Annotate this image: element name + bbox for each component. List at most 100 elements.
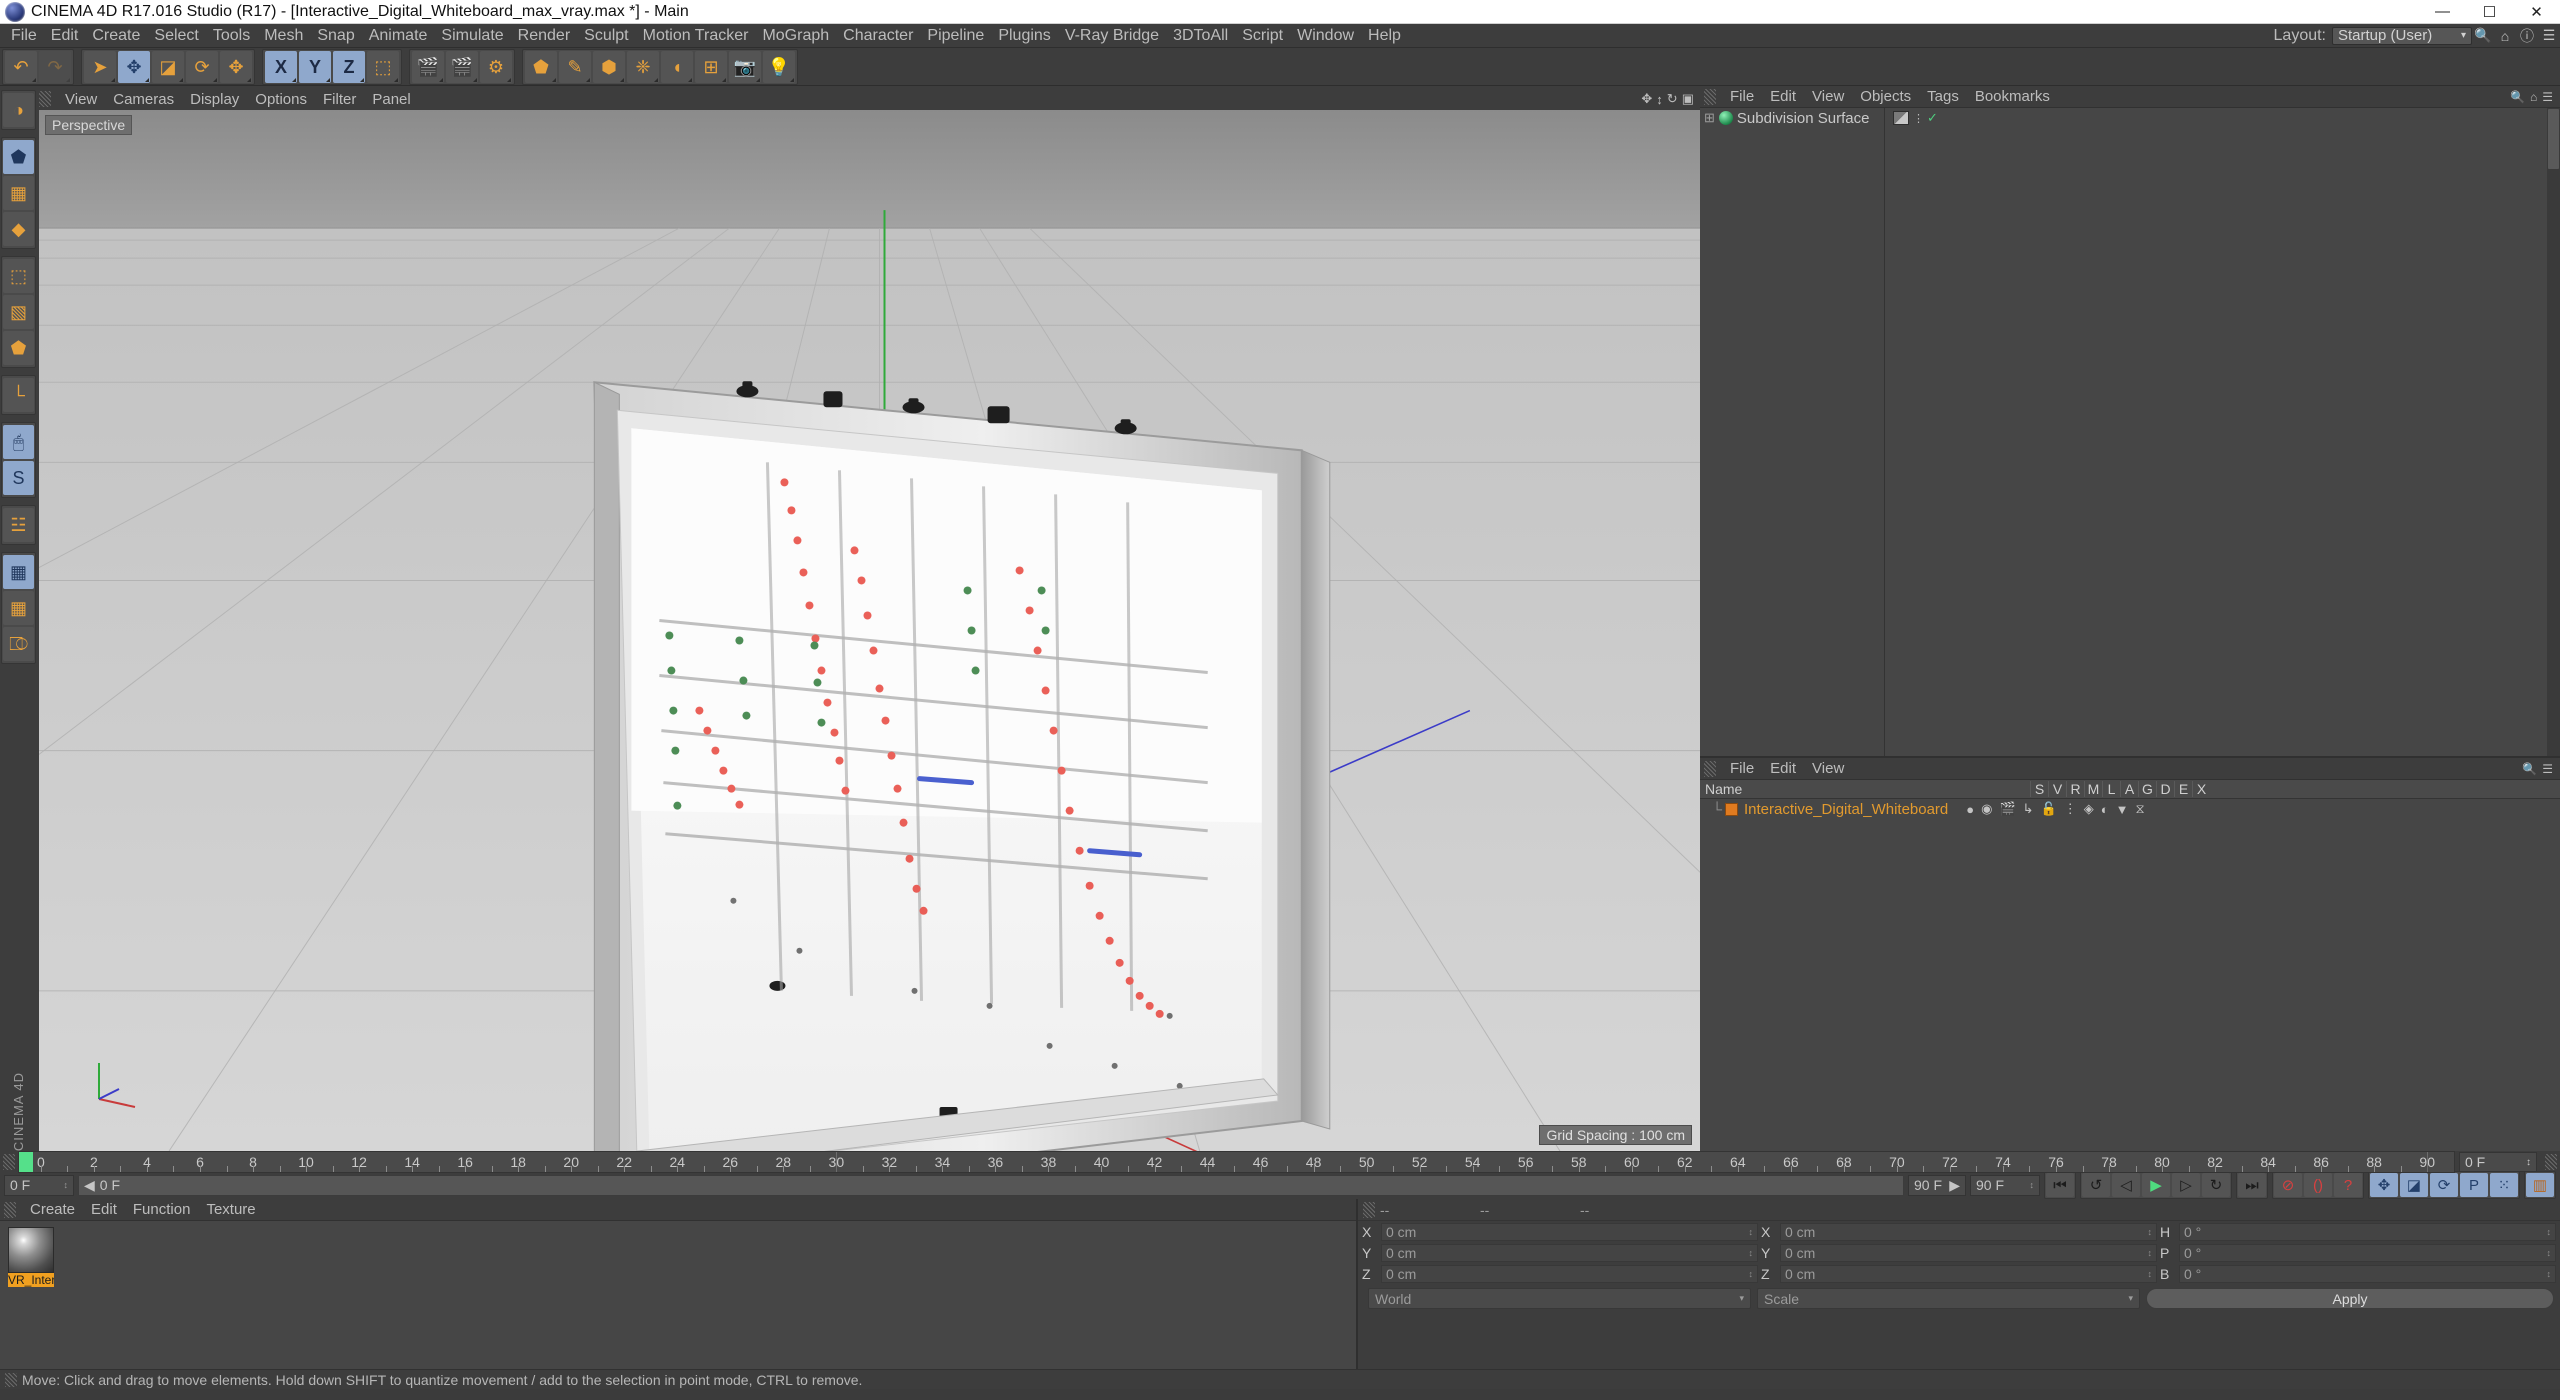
lock-x-axis-button[interactable]: X xyxy=(265,50,297,83)
menu-item-edit[interactable]: Edit xyxy=(44,25,86,47)
menu-item-v-ray-bridge[interactable]: V-Ray Bridge xyxy=(1058,25,1166,47)
dropdown-corner-icon[interactable] xyxy=(66,77,70,82)
home-icon[interactable]: ⌂ xyxy=(2494,26,2516,46)
position-key-button[interactable]: ✥ xyxy=(2370,1173,2398,1197)
workplane-rotate-button[interactable]: ▦ xyxy=(3,591,34,625)
dropdown-corner-icon[interactable] xyxy=(247,77,251,82)
maximize-button[interactable]: ☐ xyxy=(2466,0,2513,23)
minimize-button[interactable]: — xyxy=(2419,0,2466,23)
points-mode-button[interactable]: ⬚ xyxy=(3,259,34,293)
menu-item-objects[interactable]: Objects xyxy=(1852,87,1919,106)
menu-item-create[interactable]: Create xyxy=(22,1200,83,1219)
dropdown-corner-icon[interactable] xyxy=(790,77,794,82)
menu-item-view[interactable]: View xyxy=(1804,759,1852,778)
scene-object-tags[interactable]: ● ◉ 🎬 ↳ 🔓 ⋮ ◈ ◐ ▼ ⧖ xyxy=(1966,801,2144,817)
dropdown-corner-icon[interactable] xyxy=(688,77,692,82)
spinner-icon[interactable]: ↕ xyxy=(2148,1227,2153,1237)
layers-icon[interactable]: ☰ xyxy=(2538,26,2560,46)
add-light-button[interactable]: 💡 xyxy=(763,50,795,83)
spinner-icon[interactable]: ↕ xyxy=(2547,1269,2552,1279)
menu-item-motion-tracker[interactable]: Motion Tracker xyxy=(636,25,756,47)
move-view-icon[interactable]: ✥ xyxy=(1641,91,1652,107)
menu-item-edit[interactable]: Edit xyxy=(83,1200,125,1219)
menu-item-render[interactable]: Render xyxy=(511,25,577,47)
coord-position-z-field[interactable]: 0 cm ↕ xyxy=(1381,1264,1758,1283)
timeline-ruler[interactable]: 0246810121416182022242628303234363840424… xyxy=(18,1151,2455,1173)
edges-mode-button[interactable]: ▧ xyxy=(3,295,34,329)
strip-left-arrow-icon[interactable]: ◀ xyxy=(84,1177,95,1194)
spinner-icon[interactable]: ↕ xyxy=(2547,1227,2552,1237)
object-manager-tag-area[interactable]: ⋮ ✓ xyxy=(1885,108,2547,756)
coordinate-space-dropdown[interactable]: World ▾ xyxy=(1368,1288,1752,1309)
panel-grip-icon[interactable] xyxy=(1363,1201,1375,1218)
render-view-button[interactable]: 🎬 xyxy=(412,50,444,83)
apply-button[interactable]: Apply xyxy=(2146,1288,2554,1309)
object-tag-4-icon[interactable]: 🔓 xyxy=(2041,801,2057,817)
menu-item-options[interactable]: Options xyxy=(247,90,315,109)
python-script-button[interactable]: ⎄ xyxy=(3,627,34,661)
keyframe-selection-button[interactable]: ? xyxy=(2334,1173,2362,1197)
dropdown-corner-icon[interactable] xyxy=(722,77,726,82)
coord-rotation-b-field[interactable]: 0 ° ↕ xyxy=(2179,1264,2556,1283)
spinner-icon[interactable]: ↕ xyxy=(1749,1248,1754,1258)
dropdown-corner-icon[interactable] xyxy=(620,77,624,82)
next-frame-button[interactable]: ▷ xyxy=(2172,1173,2200,1197)
menu-item-view[interactable]: View xyxy=(57,90,105,109)
move-tool-button[interactable]: ✥ xyxy=(118,50,150,83)
dropdown-corner-icon[interactable] xyxy=(552,77,556,82)
coord-rotation-h-field[interactable]: 0 ° ↕ xyxy=(2179,1222,2556,1241)
menu-item-pipeline[interactable]: Pipeline xyxy=(920,25,991,47)
menu-item-window[interactable]: Window xyxy=(1290,25,1361,47)
previous-frame-button[interactable]: ◁ xyxy=(2112,1173,2140,1197)
dropdown-corner-icon[interactable] xyxy=(507,77,511,82)
current-frame-field[interactable]: 0 F ↕ xyxy=(4,1174,74,1196)
world-object-coordinates-button[interactable]: ⬚ xyxy=(367,50,399,83)
coord-rotation-p-field[interactable]: 0 ° ↕ xyxy=(2179,1243,2556,1262)
menu-item-texture[interactable]: Texture xyxy=(198,1200,263,1219)
menu-item-help[interactable]: Help xyxy=(1361,25,1408,47)
dropdown-corner-icon[interactable] xyxy=(654,77,658,82)
material-manager-canvas[interactable]: VR_Inter xyxy=(0,1221,1356,1369)
phong-tag-icon[interactable] xyxy=(1893,111,1909,125)
menu-item-panel[interactable]: Panel xyxy=(364,90,418,109)
menu-item-mograph[interactable]: MoGraph xyxy=(755,25,836,47)
menu-item-snap[interactable]: Snap xyxy=(310,25,361,47)
coord-position-x-field[interactable]: 0 cm ↕ xyxy=(1381,1222,1758,1241)
menu-item-tools[interactable]: Tools xyxy=(206,25,257,47)
move-alt-tool-button[interactable]: ✥ xyxy=(220,50,252,83)
panel-grip-icon[interactable] xyxy=(1704,88,1716,105)
texture-mode-button[interactable]: ▦ xyxy=(3,176,34,210)
strip-right-arrow-icon[interactable]: ▶ xyxy=(1949,1177,1960,1194)
panel-grip-icon[interactable] xyxy=(39,91,51,107)
coord-size-x-field[interactable]: 0 cm ↕ xyxy=(1780,1222,2157,1241)
spinner-icon[interactable]: ↕ xyxy=(1749,1227,1754,1237)
polygons-mode-button[interactable]: ⬟ xyxy=(3,331,34,365)
menu-item-3dtoall[interactable]: 3DToAll xyxy=(1166,25,1235,47)
menu-item-function[interactable]: Function xyxy=(125,1200,199,1219)
play-forwards-button[interactable]: ▶ xyxy=(2142,1173,2170,1197)
dropdown-corner-icon[interactable] xyxy=(32,77,36,82)
preview-end-field[interactable]: 90 F ▶ xyxy=(1908,1174,1966,1196)
add-environment-button[interactable]: ⊞ xyxy=(695,50,727,83)
panel-grip-icon[interactable] xyxy=(3,1154,15,1170)
close-button[interactable]: ✕ xyxy=(2513,0,2560,23)
object-tag-7-icon[interactable]: ◐ xyxy=(2101,802,2109,817)
animation-layers-button[interactable]: ▥ xyxy=(2526,1173,2554,1197)
select-tool-button[interactable]: ➤ xyxy=(84,50,116,83)
record-active-objects-button[interactable]: ⊘ xyxy=(2274,1173,2302,1197)
menu-item-script[interactable]: Script xyxy=(1235,25,1290,47)
redo-button[interactable]: ↷ xyxy=(39,50,71,83)
menu-item-sculpt[interactable]: Sculpt xyxy=(577,25,635,47)
maximize-view-icon[interactable]: ▣ xyxy=(1682,91,1694,107)
home-icon[interactable]: ⌂ xyxy=(2530,90,2537,104)
timeline-scroll-strip[interactable]: ◀ 0 F xyxy=(78,1174,1904,1196)
viewport-solo-button[interactable]: 🖱 xyxy=(3,425,34,459)
menu-item-file[interactable]: File xyxy=(1722,87,1762,106)
dropdown-corner-icon[interactable] xyxy=(179,77,183,82)
add-cube-button[interactable]: ⬟ xyxy=(525,50,557,83)
object-tag-8-icon[interactable]: ▼ xyxy=(2116,802,2129,817)
add-spline-button[interactable]: ✎ xyxy=(559,50,591,83)
makeeditable-button[interactable]: ◑ xyxy=(3,93,34,127)
spinner-icon[interactable]: ↕ xyxy=(1749,1269,1754,1279)
scene-list-body[interactable]: └ Interactive_Digital_Whiteboard ● ◉ 🎬 ↳ 🔓 ⋮ ◈… xyxy=(1700,799,2560,1151)
